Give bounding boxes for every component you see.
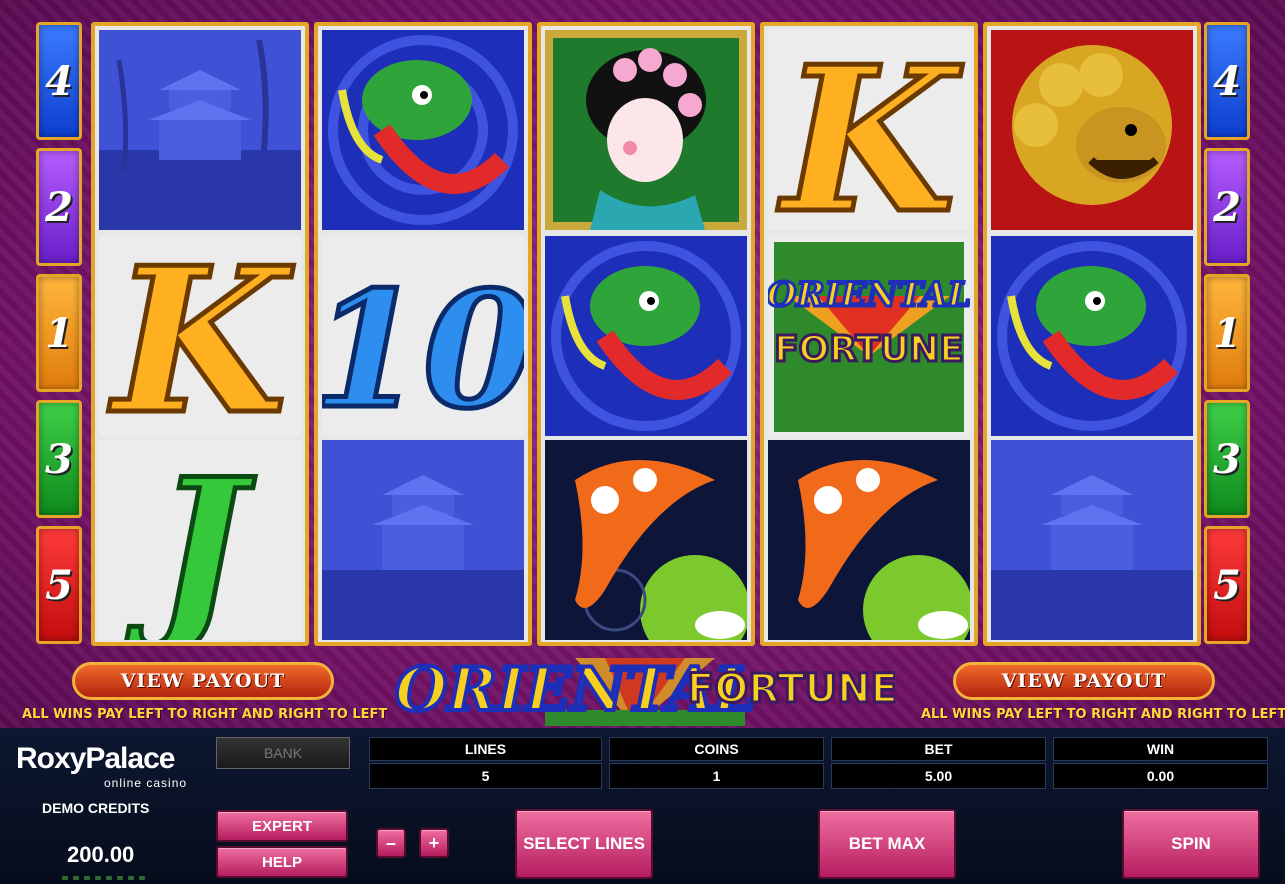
credit-indicator-dots (62, 876, 145, 880)
brand-name: RoxyPalace (16, 742, 175, 775)
reel-4: K ORIENTAL FORTUNE (760, 22, 978, 646)
line-badge-1-right[interactable]: 1 (1204, 274, 1250, 392)
help-button[interactable]: HELP (216, 846, 348, 878)
king-icon: K (99, 236, 301, 436)
bet-max-button[interactable]: BET MAX (818, 809, 956, 879)
payout-note-right: ALL WINS PAY LEFT TO RIGHT AND RIGHT TO … (921, 707, 1285, 722)
line-badge-2-right[interactable]: 2 (1204, 148, 1250, 266)
expert-button[interactable]: EXPERT (216, 810, 348, 842)
bet-label: BET (831, 737, 1046, 761)
demo-credits-value: 200.00 (67, 842, 135, 867)
demo-credits-label: DEMO CREDITS (42, 800, 150, 816)
symbol-lion-statue (991, 30, 1193, 230)
game-stage: 4 2 1 3 5 4 2 1 3 5 K J 10 K ORIENTAL FO… (0, 0, 1285, 728)
king-icon: K (768, 30, 970, 230)
lion-statue-icon (991, 30, 1193, 230)
reel-1: K J (91, 22, 309, 646)
select-lines-button[interactable]: SELECT LINES (515, 809, 653, 879)
logo-word-top: ORIENTAL (768, 275, 970, 315)
coins-value: 1 (609, 763, 824, 789)
view-payout-button-right[interactable]: VIEW PAYOUT (953, 662, 1215, 700)
line-badge-4-left[interactable]: 4 (36, 22, 82, 140)
ten-icon: 10 (322, 236, 524, 436)
bet-display: BET 5.00 (831, 737, 1046, 789)
line-badge-5-left[interactable]: 5 (36, 526, 82, 644)
symbol-koi (545, 440, 747, 640)
symbol-dragon (545, 236, 747, 436)
symbol-pagoda (99, 30, 301, 230)
dragon-icon (545, 236, 747, 436)
jack-icon: J (99, 440, 301, 640)
reel-5 (983, 22, 1201, 646)
win-value: 0.00 (1053, 763, 1268, 789)
dragon-icon (991, 236, 1193, 436)
spin-button[interactable]: SPIN (1122, 809, 1260, 879)
lines-value: 5 (369, 763, 602, 789)
symbol-oriental-fortune-logo: ORIENTAL FORTUNE (768, 236, 970, 436)
bank-button[interactable]: BANK (216, 737, 350, 769)
dragon-icon (322, 30, 524, 230)
control-panel: RoxyPalace online casino DEMO CREDITS 20… (0, 728, 1285, 884)
logo-word-bottom: FORTUNE (774, 329, 964, 370)
symbol-pagoda (991, 440, 1193, 640)
coins-label: COINS (609, 737, 824, 761)
symbol-ten: 10 (322, 236, 524, 436)
line-badge-1-left[interactable]: 1 (36, 274, 82, 392)
ten-number: 10 (322, 256, 524, 436)
symbol-geisha (545, 30, 747, 230)
oriental-fortune-logo-icon: ORIENTAL FORTUNE (768, 236, 970, 436)
brand-logo: RoxyPalace online casino (16, 742, 216, 790)
increase-coins-button[interactable]: + (419, 828, 449, 858)
reel-3 (537, 22, 755, 646)
king-letter: K (777, 30, 963, 230)
game-logo: ORIENTAL FORTUNE (395, 653, 895, 727)
king-letter: K (108, 236, 294, 436)
win-display: WIN 0.00 (1053, 737, 1268, 789)
lines-label: LINES (369, 737, 602, 761)
koi-icon (545, 440, 747, 640)
line-badge-2-left[interactable]: 2 (36, 148, 82, 266)
logo-title-fortune: FORTUNE (687, 666, 895, 712)
symbol-jack: J (99, 440, 301, 640)
symbol-king: K (99, 236, 301, 436)
pagoda-icon (99, 30, 301, 230)
symbol-pagoda (322, 440, 524, 640)
symbol-koi (768, 440, 970, 640)
view-payout-button-left[interactable]: VIEW PAYOUT (72, 662, 334, 700)
pagoda-icon (322, 440, 524, 640)
win-label: WIN (1053, 737, 1268, 761)
symbol-dragon (322, 30, 524, 230)
pagoda-icon (991, 440, 1193, 640)
koi-icon (768, 440, 970, 640)
coins-display: COINS 1 (609, 737, 824, 789)
decrease-coins-button[interactable]: – (376, 828, 406, 858)
reel-2: 10 (314, 22, 532, 646)
symbol-dragon (991, 236, 1193, 436)
line-badge-3-right[interactable]: 3 (1204, 400, 1250, 518)
payout-note-left: ALL WINS PAY LEFT TO RIGHT AND RIGHT TO … (22, 707, 388, 722)
line-badge-5-right[interactable]: 5 (1204, 526, 1250, 644)
geisha-icon (545, 30, 747, 230)
line-badge-4-right[interactable]: 4 (1204, 22, 1250, 140)
bet-value: 5.00 (831, 763, 1046, 789)
lines-display: LINES 5 (369, 737, 602, 789)
line-badge-3-left[interactable]: 3 (36, 400, 82, 518)
symbol-king: K (768, 30, 970, 230)
brand-subtitle: online casino (104, 776, 188, 790)
